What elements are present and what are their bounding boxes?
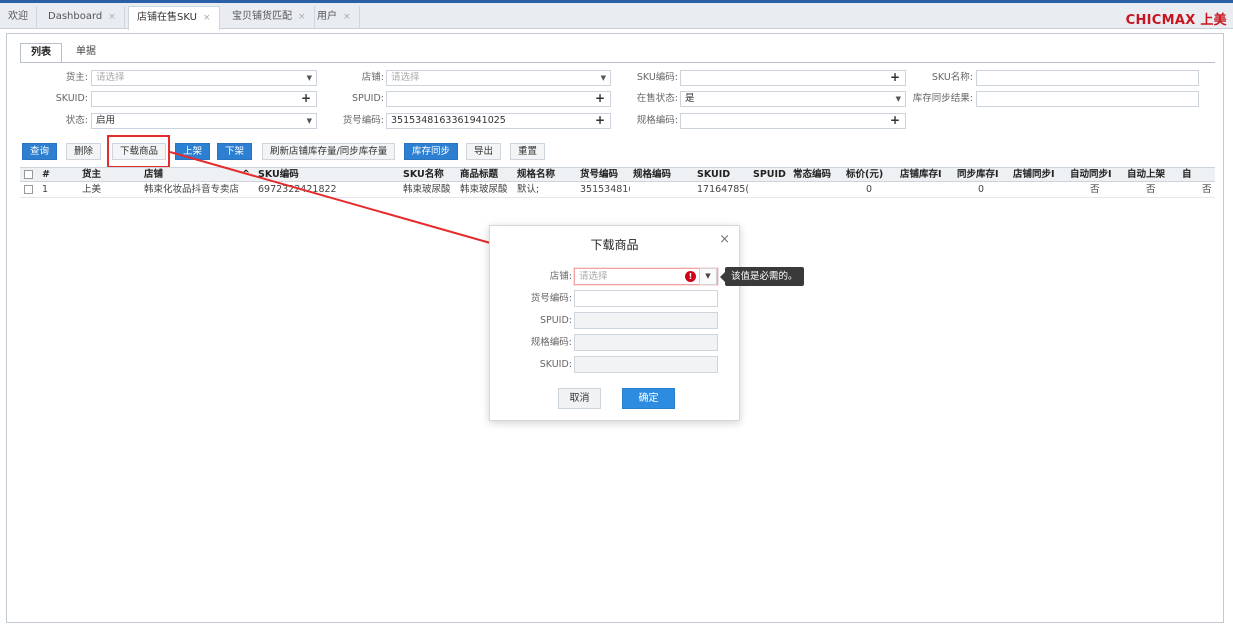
dialog-skuid-input [574, 356, 718, 373]
download-products-dialog: 下载商品 × 店铺: 请选择 ! ▼ 该值是必需的。 货号编码: SPUID: … [489, 225, 804, 421]
error-tooltip: 该值是必需的。 [720, 267, 804, 286]
dialog-shop-label: 店铺: [549, 271, 572, 282]
dialog-item-no-input[interactable] [574, 290, 718, 307]
confirm-button[interactable]: 确定 [622, 388, 675, 409]
cancel-button[interactable]: 取消 [558, 388, 601, 409]
dialog-skuid-label: SKUID: [539, 359, 572, 370]
error-icon: ! [685, 271, 696, 282]
dialog-spec-code-label: 规格编码: [530, 337, 572, 348]
dialog-title: 下载商品 [590, 238, 639, 252]
dialog-spec-code-input [574, 334, 718, 351]
dialog-spuid-label: SPUID: [539, 315, 572, 326]
chevron-down-icon[interactable]: ▼ [699, 268, 717, 285]
dialog-item-no-label: 货号编码: [530, 293, 572, 304]
dialog-spuid-input [574, 312, 718, 329]
close-icon[interactable]: × [719, 232, 730, 247]
dialog-shop-select[interactable]: 请选择 ! ▼ 该值是必需的。 [574, 267, 804, 286]
